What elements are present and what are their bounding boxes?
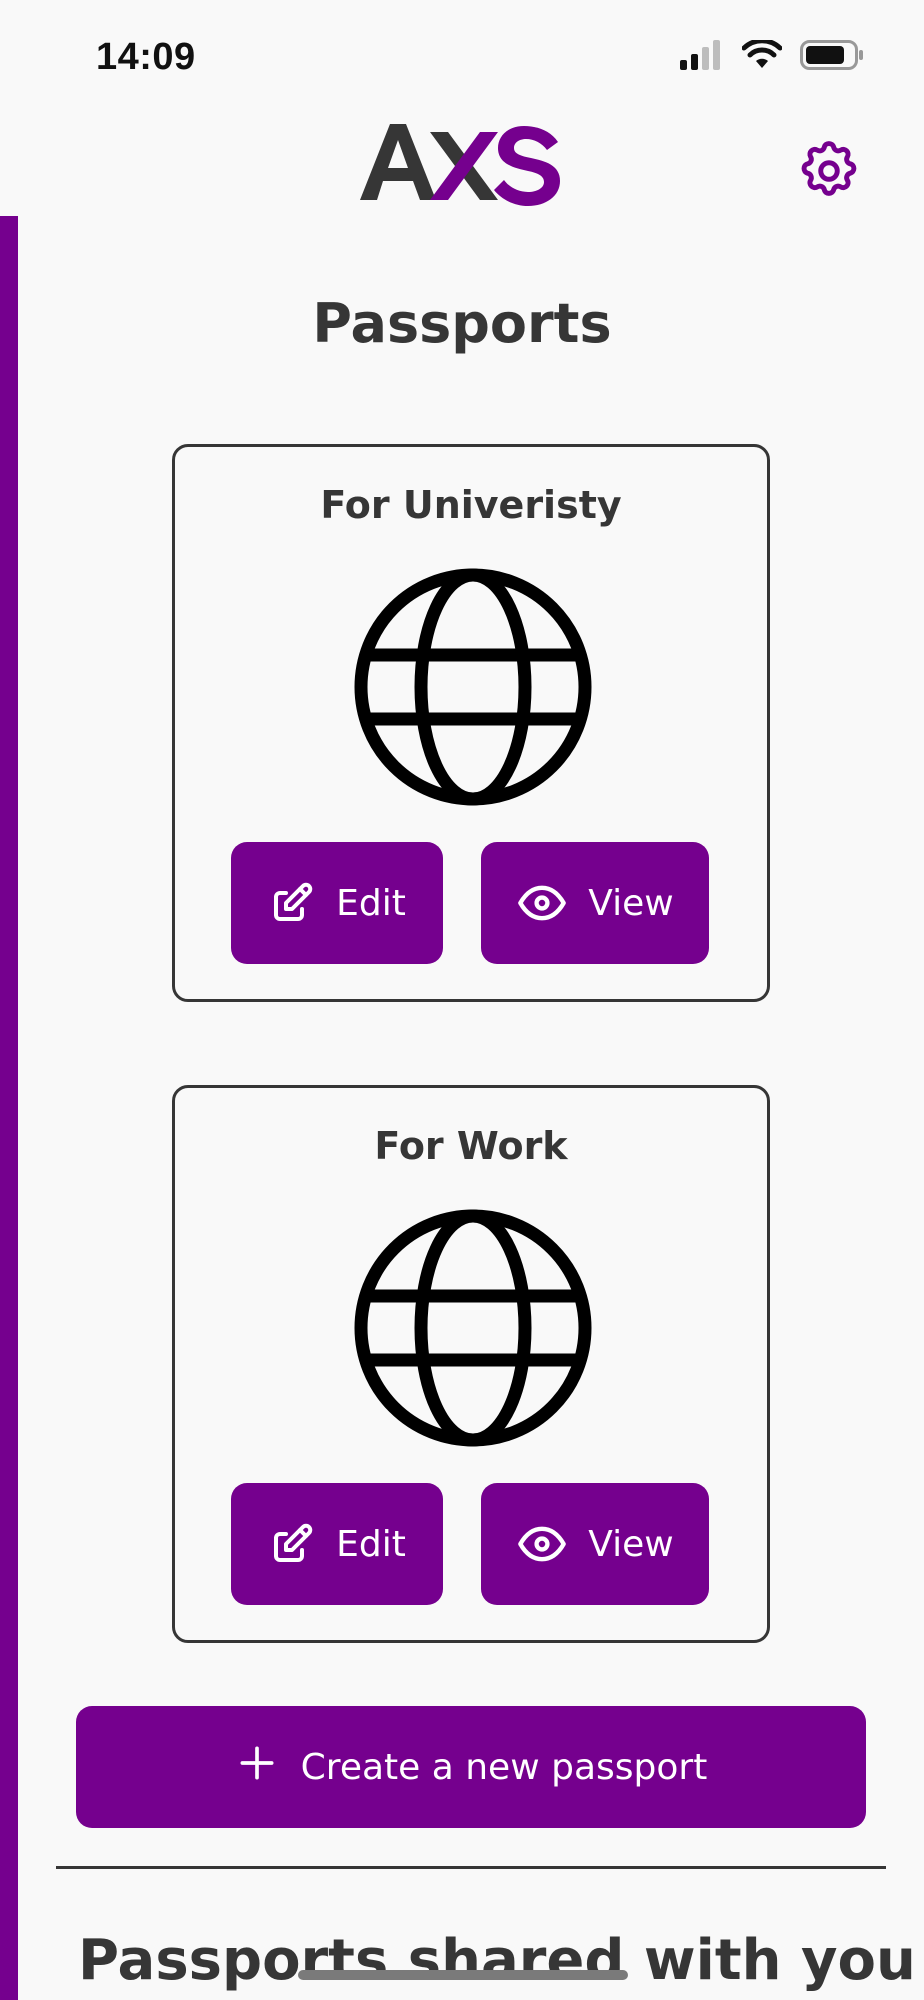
globe-icon xyxy=(353,567,593,807)
axs-logo xyxy=(358,118,568,208)
view-button-label: View xyxy=(588,1523,674,1565)
edit-icon xyxy=(268,1520,316,1568)
passport-card-title: For Univeristy xyxy=(320,483,622,527)
gear-icon xyxy=(796,141,862,208)
edit-icon xyxy=(268,879,316,927)
view-button-label: View xyxy=(588,882,674,924)
view-button[interactable]: View xyxy=(481,1483,709,1605)
shared-section-title: Passports shared with you xyxy=(78,1928,916,1993)
status-icons xyxy=(680,40,864,70)
battery-icon xyxy=(800,40,864,70)
create-passport-button[interactable]: Create a new passport xyxy=(76,1706,866,1828)
create-passport-label: Create a new passport xyxy=(300,1746,708,1788)
edit-button-label: Edit xyxy=(336,1523,406,1565)
passports-screen: 14:09 Passports For Univeristy Edit View… xyxy=(0,0,924,2000)
home-indicator[interactable] xyxy=(298,1970,628,1980)
status-time: 14:09 xyxy=(96,36,196,78)
edit-button[interactable]: Edit xyxy=(231,1483,443,1605)
page-title: Passports xyxy=(312,292,612,355)
passport-card: For Univeristy Edit View xyxy=(172,444,770,1002)
wifi-icon xyxy=(742,40,782,70)
globe-icon xyxy=(353,1208,593,1448)
passport-card: For Work Edit View xyxy=(172,1085,770,1643)
edit-button-label: Edit xyxy=(336,882,406,924)
section-divider xyxy=(56,1866,886,1869)
eye-icon xyxy=(516,877,568,929)
side-accent-bar xyxy=(0,216,18,2000)
view-button[interactable]: View xyxy=(481,842,709,964)
passport-card-title: For Work xyxy=(374,1124,568,1168)
plus-icon xyxy=(235,1741,279,1794)
settings-button[interactable] xyxy=(796,138,862,204)
edit-button[interactable]: Edit xyxy=(231,842,443,964)
signal-icon xyxy=(680,40,724,70)
eye-icon xyxy=(516,1518,568,1570)
